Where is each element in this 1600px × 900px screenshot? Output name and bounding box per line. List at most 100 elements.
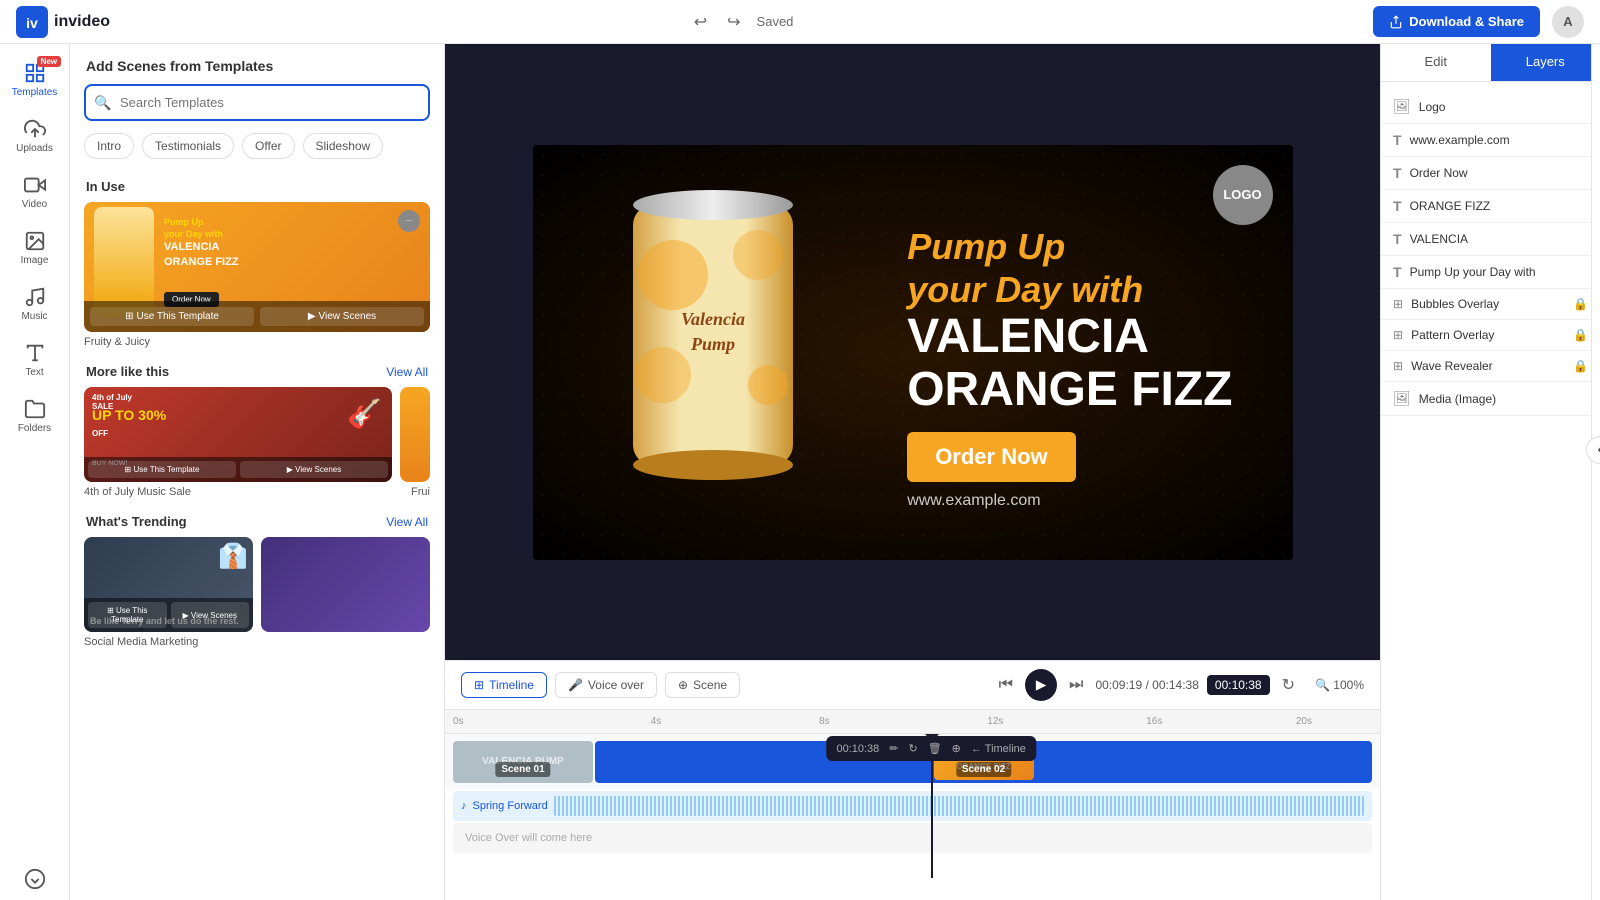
sidebar-item-uploads[interactable]: Uploads: [0, 108, 69, 164]
popup-delete-icon[interactable]: 🗑: [928, 742, 942, 755]
layer-bubbles-overlay[interactable]: ⊞ Bubbles Overlay 🔒: [1381, 289, 1600, 320]
skip-forward-button[interactable]: ⏭: [1065, 672, 1087, 698]
layer-media-image[interactable]: 🖼 Media (Image): [1381, 382, 1600, 416]
more-template-card-1[interactable]: 4th of JulySALE UP TO 30%OFF BUY NOW! 🎸 …: [84, 387, 392, 482]
zoom-display: 🔍 100%: [1315, 678, 1364, 692]
layer-valencia[interactable]: T VALENCIA: [1381, 223, 1600, 256]
use-template-button[interactable]: ⊞ Use This Template: [90, 307, 254, 326]
tab-layers[interactable]: Layers: [1491, 44, 1600, 81]
sidebar-item-folders[interactable]: Folders: [0, 388, 69, 444]
left-navigation: New Templates Uploads Video Image Music: [0, 44, 70, 900]
trending-section: What's Trending View All: [70, 508, 444, 537]
svg-text:Pump: Pump: [689, 334, 734, 354]
trending-template-card-1[interactable]: Be like Terry and let us do the rest. 👔 …: [84, 537, 253, 632]
filter-slideshow[interactable]: Slideshow: [303, 133, 384, 159]
sidebar-item-video[interactable]: Video: [0, 164, 69, 220]
redo-button[interactable]: ↪: [723, 8, 744, 36]
play-button[interactable]: ▶: [1025, 669, 1057, 701]
sidebar-item-text[interactable]: Text: [0, 332, 69, 388]
timeline-tracks: 00:10:38 ✏ ↻ 🗑 ⊕ ← Timeline: [445, 734, 1380, 878]
layer-pattern-name: Pattern Overlay: [1411, 328, 1565, 342]
popup-timeline-link[interactable]: ← Timeline: [971, 743, 1026, 755]
layer-text-icon-2: T: [1393, 165, 1402, 181]
layer-website[interactable]: T www.example.com: [1381, 124, 1600, 157]
content-area: Valencia Pump Pump Upyour Day with VALEN…: [445, 44, 1380, 900]
layer-overlay-icon-2: ⊞: [1393, 328, 1403, 342]
filter-offer[interactable]: Offer: [242, 133, 294, 159]
view-scenes-button[interactable]: ▶ View Scenes: [260, 307, 424, 326]
layer-logo[interactable]: 🖼 Logo: [1381, 90, 1600, 124]
more-template-card-2[interactable]: [400, 387, 430, 482]
layer-logo-name: Logo: [1419, 100, 1588, 114]
preview-container: Valencia Pump Pump Upyour Day with VALEN…: [445, 44, 1380, 660]
audio-track: ♪ Spring Forward: [453, 791, 1372, 821]
view-scenes-2-button[interactable]: ▶ View Scenes: [240, 461, 388, 478]
video-preview: Valencia Pump Pump Upyour Day with VALEN…: [533, 145, 1293, 560]
lock-icon-3: 🔒: [1573, 359, 1588, 373]
filter-testimonials[interactable]: Testimonials: [142, 133, 234, 159]
skip-back-button[interactable]: ⏮: [995, 672, 1017, 698]
layer-image-icon: 🖼: [1393, 98, 1411, 115]
video-label: Video: [22, 199, 47, 210]
voiceover-tab[interactable]: 🎤 Voice over: [555, 672, 657, 698]
use-trending-template-button[interactable]: ⊞ Use This Template: [88, 602, 167, 628]
preview-valencia: VALENCIAORANGE FIZZ: [907, 311, 1232, 417]
popup-edit-icon[interactable]: ✏: [889, 742, 898, 755]
download-share-button[interactable]: Download & Share: [1373, 6, 1540, 37]
time-edit-input[interactable]: 00:10:38: [1207, 675, 1270, 695]
scene-1-label: Scene 01: [495, 762, 550, 777]
popup-time: 00:10:38: [836, 743, 879, 755]
scene-tab[interactable]: ⊕ Scene: [665, 672, 740, 698]
uploads-label: Uploads: [16, 143, 53, 154]
layer-pattern-overlay[interactable]: ⊞ Pattern Overlay 🔒: [1381, 320, 1600, 351]
sidebar-item-image[interactable]: Image: [0, 220, 69, 276]
tab-edit[interactable]: Edit: [1381, 44, 1491, 81]
saved-status: Saved: [757, 14, 794, 29]
layer-wave-name: Wave Revealer: [1411, 359, 1565, 373]
expand-button[interactable]: [0, 858, 69, 900]
view-all-trending[interactable]: View All: [386, 515, 428, 529]
play-controls: ⏮ ▶ ⏭ 00:09:19 / 00:14:38 00:10:38 ↻ 🔍 1…: [995, 669, 1364, 701]
layer-pump-name: Pump Up your Day with: [1410, 265, 1588, 279]
undo-button[interactable]: ↩: [690, 8, 711, 36]
more-template-1-label: 4th of July Music Sale: [84, 486, 403, 498]
popup-refresh-icon[interactable]: ↻: [908, 742, 917, 755]
sidebar-item-music[interactable]: Music: [0, 276, 69, 332]
layer-wave-revealer[interactable]: ⊞ Wave Revealer 🔒: [1381, 351, 1600, 382]
layer-media-icon: 🖼: [1393, 390, 1411, 407]
scene-1-block[interactable]: VALENCIA PUMP Scene 01: [453, 741, 593, 783]
layer-website-name: www.example.com: [1410, 133, 1588, 147]
preview-order-btn: Order Now: [907, 432, 1075, 482]
layer-overlay-icon-1: ⊞: [1393, 297, 1403, 311]
audio-waveform: [554, 796, 1364, 816]
timeline-icon: ⊞: [474, 678, 484, 692]
logo-badge: LOGO: [1213, 165, 1273, 225]
layer-text-icon-4: T: [1393, 231, 1402, 247]
view-all-more[interactable]: View All: [386, 365, 428, 379]
layer-pump-text[interactable]: T Pump Up your Day with: [1381, 256, 1600, 289]
use-template-2-button[interactable]: ⊞ Use This Template: [88, 461, 236, 478]
user-avatar[interactable]: A: [1552, 6, 1584, 38]
refresh-button[interactable]: ↻: [1278, 671, 1299, 699]
trending-template-card-2[interactable]: [261, 537, 430, 632]
new-badge: New: [37, 56, 61, 67]
timeline-tab[interactable]: ⊞ Timeline: [461, 672, 547, 698]
more-like-this-section: More like this View All: [70, 358, 444, 387]
ruler-0: 0s: [453, 716, 464, 727]
search-input[interactable]: [84, 84, 430, 121]
popup-add-icon[interactable]: ⊕: [952, 742, 961, 755]
templates-label: Templates: [12, 87, 58, 98]
product-can: Valencia Pump: [613, 175, 853, 525]
layer-order-now[interactable]: T Order Now: [1381, 157, 1600, 190]
filter-intro[interactable]: Intro: [84, 133, 134, 159]
audio-note-icon: ♪: [461, 800, 467, 812]
ruler-8: 8s: [819, 716, 830, 727]
more-template-2-label: Frui: [411, 486, 430, 498]
view-trending-scenes-button[interactable]: ▶ View Scenes: [171, 602, 250, 628]
layer-orange-fizz[interactable]: T ORANGE FIZZ: [1381, 190, 1600, 223]
sidebar-item-templates[interactable]: New Templates: [0, 52, 69, 108]
in-use-template-card[interactable]: Pump Upyour Day with VALENCIAORANGE FIZZ…: [84, 202, 430, 350]
panel-side-icons: [1591, 44, 1600, 900]
lock-icon-2: 🔒: [1573, 328, 1588, 342]
panel-tabs: Edit Layers: [1381, 44, 1600, 82]
